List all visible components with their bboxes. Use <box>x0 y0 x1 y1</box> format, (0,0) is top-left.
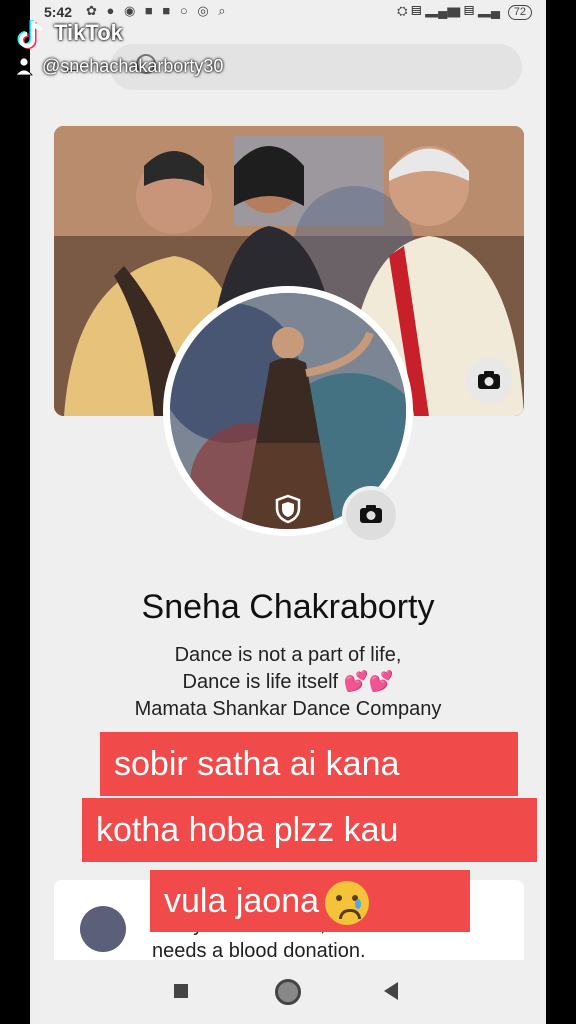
recent-apps-button[interactable] <box>174 984 188 998</box>
tiktok-logo-icon <box>17 20 43 49</box>
caption-line-3-text: vula jaona <box>164 882 320 920</box>
caption-line-2: kotha hoba plzz kau <box>82 798 537 862</box>
phone-screen: 5:42 ✿ ● ◉ ■ ■ ○ ◎ ⌕ ⛭ ▤ ▂▄▆ ▤ ▂▄ 72 ← S… <box>30 0 546 1024</box>
user-icon <box>15 57 33 76</box>
system-icons: ⛭ ▤ ▂▄▆ ▤ ▂▄ 72 <box>397 3 532 20</box>
tiktok-username: @snehachakarborty30 <box>42 56 224 76</box>
status-time: 5:42 <box>44 4 73 20</box>
caption-line-1: sobir satha ai kana <box>100 732 518 796</box>
home-button[interactable] <box>275 979 301 1005</box>
profile-name: Sneha Chakraborty <box>141 588 435 626</box>
cover-camera-icon[interactable] <box>466 358 512 404</box>
shield-icon <box>275 494 301 524</box>
post-avatar[interactable] <box>80 906 126 952</box>
profile-bio: Dance is not a part of life, Dance is li… <box>30 642 546 723</box>
bio-line-2-text: Dance is life itself <box>182 671 339 693</box>
back-button[interactable] <box>384 982 398 1000</box>
bio-line-3: Mamata Shankar Dance Company <box>134 698 442 720</box>
battery-indicator: 72 <box>507 5 532 20</box>
notification-icons: ✿ ● ◉ ■ ■ ○ ◎ ⌕ <box>86 3 229 18</box>
tiktok-brand: TikTok <box>54 20 123 45</box>
crying-face-icon <box>325 881 370 926</box>
avatar-camera-icon[interactable] <box>342 486 400 544</box>
bio-line-2: Dance is life itself 💕💕 <box>30 669 546 696</box>
hearts-emoji: 💕💕 <box>343 671 394 693</box>
bio-line-1: Dance is not a part of life, <box>174 644 402 666</box>
caption-line-3: vula jaona <box>150 870 470 932</box>
tear-icon <box>355 899 362 910</box>
